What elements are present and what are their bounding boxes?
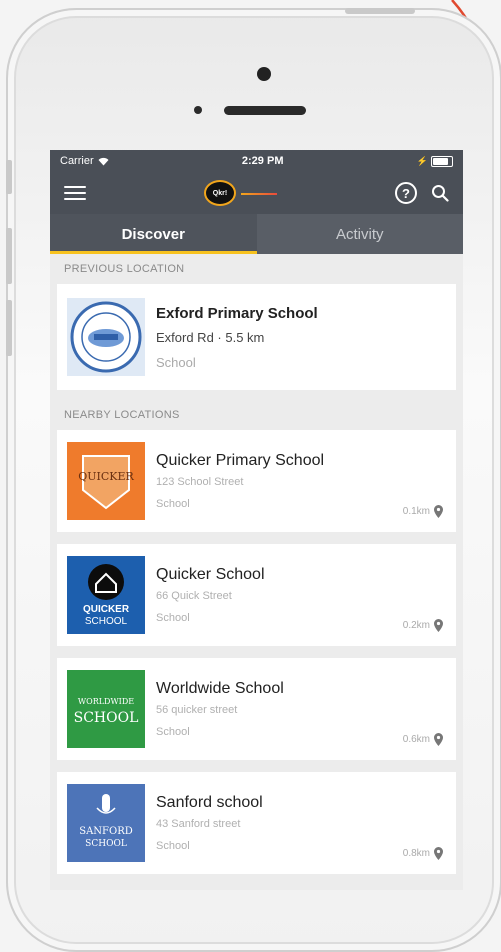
svg-text:SANFORD: SANFORD	[79, 826, 133, 837]
svg-text:QUICKER: QUICKER	[78, 470, 134, 483]
location-address: Exford Rd · 5.5 km	[156, 329, 265, 345]
svg-text:SCHOOL: SCHOOL	[85, 839, 127, 849]
status-bar: Carrier 2:29 PM ⚡	[50, 150, 463, 172]
search-icon[interactable]	[431, 184, 449, 202]
location-address: 56 quicker street	[156, 704, 238, 716]
list-item[interactable]: QUICKER SCHOOL Quicker School 66 Quick S…	[57, 544, 456, 646]
map-pin-icon	[434, 505, 443, 518]
location-address: 43 Sanford street	[156, 818, 241, 830]
app-screen: Carrier 2:29 PM ⚡ Qkr! ? Discover Activi…	[50, 150, 463, 890]
mute-switch	[6, 160, 12, 194]
location-category: School	[156, 354, 196, 370]
nav-bar: Qkr! ?	[50, 172, 463, 214]
location-category: School	[156, 612, 190, 624]
power-button	[345, 8, 415, 14]
list-item[interactable]: QUICKER Quicker Primary School 123 Schoo…	[57, 430, 456, 532]
wifi-icon	[98, 157, 109, 165]
proximity-sensor	[194, 106, 202, 114]
logo-wordmark	[241, 192, 277, 195]
school-logo: QUICKER	[67, 442, 145, 520]
menu-icon[interactable]	[64, 186, 86, 200]
school-logo: WORLDWIDE SCHOOL	[67, 670, 145, 748]
location-category: School	[156, 726, 190, 738]
school-logo: QUICKER SCHOOL	[67, 556, 145, 634]
list-item[interactable]: SANFORD SCHOOL Sanford school 43 Sanford…	[57, 772, 456, 874]
svg-text:SCHOOL: SCHOOL	[85, 616, 128, 627]
app-logo: Qkr!	[204, 180, 277, 206]
list-item[interactable]: WORLDWIDE SCHOOL Worldwide School 56 qui…	[57, 658, 456, 760]
map-pin-icon	[434, 619, 443, 632]
logo-badge: Qkr!	[204, 180, 236, 206]
battery-fill	[432, 157, 449, 165]
battery-icon	[430, 155, 453, 167]
distance-label: 0.1km	[403, 505, 444, 518]
location-address: 123 School Street	[156, 476, 244, 488]
previous-location-header: PREVIOUS LOCATION	[64, 263, 185, 275]
location-name: Sanford school	[156, 794, 263, 811]
tab-bar: Discover Activity	[50, 214, 463, 254]
svg-text:SCHOOL: SCHOOL	[74, 710, 139, 726]
svg-text:WORLDWIDE: WORLDWIDE	[78, 697, 134, 706]
distance-label: 0.8km	[403, 847, 444, 860]
battery-indicator: ⚡	[417, 155, 453, 167]
front-camera	[257, 67, 271, 81]
location-name: Worldwide School	[156, 680, 284, 697]
map-pin-icon	[434, 847, 443, 860]
previous-location-card[interactable]: Exford Primary School Exford Rd · 5.5 km…	[57, 284, 456, 390]
distance-label: 0.2km	[403, 619, 444, 632]
nearby-locations-header: NEARBY LOCATIONS	[64, 409, 180, 421]
svg-text:QUICKER: QUICKER	[83, 604, 130, 615]
location-category: School	[156, 498, 190, 510]
school-logo	[67, 298, 145, 376]
volume-up-button	[6, 228, 12, 284]
distance-label: 0.6km	[403, 733, 444, 746]
tab-discover[interactable]: Discover	[50, 214, 257, 254]
nearby-list: QUICKER Quicker Primary School 123 Schoo…	[50, 430, 463, 874]
location-category: School	[156, 840, 190, 852]
location-name: Quicker School	[156, 566, 265, 583]
school-logo: SANFORD SCHOOL	[67, 784, 145, 862]
earpiece-speaker	[224, 106, 306, 115]
tab-activity[interactable]: Activity	[257, 214, 464, 254]
location-name: Exford Primary School	[156, 304, 318, 322]
map-pin-icon	[434, 733, 443, 746]
clock: 2:29 PM	[241, 155, 284, 167]
location-address: 66 Quick Street	[156, 590, 232, 602]
help-icon[interactable]: ?	[395, 182, 417, 204]
volume-down-button	[6, 300, 12, 356]
carrier-label: Carrier	[60, 155, 94, 167]
location-name: Quicker Primary School	[156, 452, 325, 469]
